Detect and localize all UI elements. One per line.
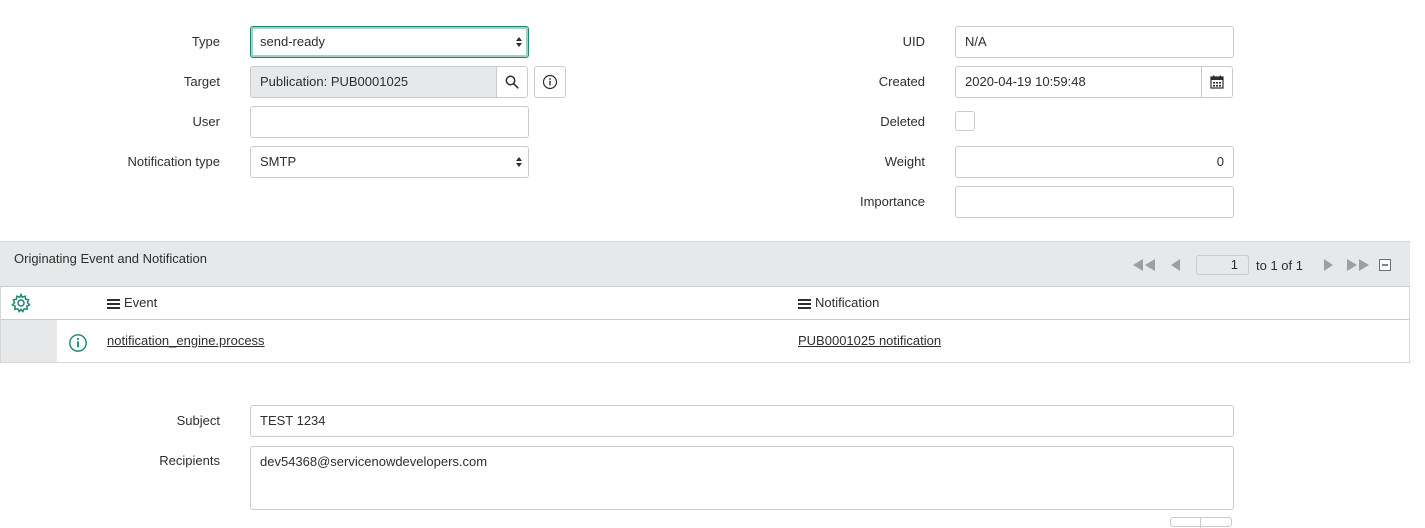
uid-field[interactable]: N/A — [955, 26, 1234, 58]
related-list-header: Originating Event and Notification 1 to … — [0, 241, 1410, 287]
uid-value: N/A — [965, 34, 987, 49]
page-number-input[interactable]: 1 — [1196, 255, 1249, 275]
weight-field[interactable]: 0 — [955, 146, 1234, 178]
recipients-action-buttons[interactable] — [1170, 517, 1232, 528]
notification-type-label: Notification type — [127, 154, 221, 169]
deleted-label: Deleted — [880, 114, 925, 129]
target-info-button[interactable] — [534, 66, 566, 98]
last-page-icon[interactable] — [1345, 258, 1371, 272]
subject-label: Subject — [176, 413, 220, 428]
subject-value: TEST 1234 — [260, 413, 326, 428]
type-select[interactable]: send-ready — [250, 26, 529, 58]
column-menu-icon[interactable] — [798, 298, 811, 309]
column-event[interactable]: Event — [107, 295, 157, 310]
user-label: User — [192, 114, 220, 129]
importance-label: Importance — [859, 194, 925, 209]
notification-type-select[interactable]: SMTP — [250, 146, 529, 178]
importance-field[interactable] — [955, 186, 1234, 218]
page-range: to 1 of 1 — [1256, 257, 1303, 273]
prev-page-icon[interactable] — [1169, 258, 1183, 272]
created-label: Created — [878, 74, 925, 89]
related-list-column-header: Event Notification — [0, 287, 1410, 320]
target-label: Target — [183, 74, 220, 89]
table-row: notification_engine.process PUB0001025 n… — [0, 320, 1410, 363]
deleted-checkbox[interactable] — [955, 111, 975, 131]
created-value: 2020-04-19 10:59:48 — [965, 74, 1086, 89]
gear-icon[interactable] — [11, 293, 31, 313]
type-label: Type — [191, 34, 220, 49]
subject-field[interactable]: TEST 1234 — [250, 405, 1234, 437]
target-lookup-button[interactable] — [496, 66, 528, 98]
pager: 1 to 1 of 1 — [1131, 255, 1391, 275]
target-field[interactable]: Publication: PUB0001025 — [250, 66, 497, 98]
event-link[interactable]: notification_engine.process — [107, 333, 265, 348]
button-divider — [1200, 518, 1201, 528]
column-notification[interactable]: Notification — [798, 295, 879, 310]
recipients-textarea[interactable]: dev54368@servicenowdevelopers.com — [250, 446, 1234, 510]
created-field[interactable]: 2020-04-19 10:59:48 — [955, 66, 1202, 98]
select-arrows-icon — [516, 157, 522, 167]
notification-type-value: SMTP — [260, 154, 297, 169]
calendar-icon — [1210, 75, 1224, 89]
created-calendar-button[interactable] — [1201, 66, 1233, 98]
column-menu-icon[interactable] — [107, 298, 120, 309]
row-gutter — [1, 320, 57, 362]
page-number-value: 1 — [1230, 257, 1238, 272]
recipients-label: Recipients — [159, 453, 220, 468]
user-field[interactable] — [250, 106, 529, 138]
select-arrows-icon — [516, 37, 522, 47]
info-icon[interactable] — [68, 333, 88, 353]
first-page-icon[interactable] — [1131, 258, 1157, 272]
uid-label: UID — [902, 34, 925, 49]
weight-value: 0 — [1216, 154, 1224, 169]
info-icon — [542, 74, 558, 90]
target-value: Publication: PUB0001025 — [260, 74, 409, 89]
weight-label: Weight — [884, 154, 925, 169]
type-select-value: send-ready — [260, 34, 326, 49]
collapse-icon[interactable] — [1378, 259, 1391, 271]
column-event-label: Event — [124, 295, 158, 310]
related-list-title: Originating Event and Notification — [14, 251, 207, 266]
recipients-value: dev54368@servicenowdevelopers.com — [260, 454, 488, 469]
notification-link[interactable]: PUB0001025 notification — [798, 333, 941, 348]
search-icon — [505, 75, 519, 89]
next-page-icon[interactable] — [1321, 258, 1335, 272]
column-notification-label: Notification — [815, 295, 880, 310]
